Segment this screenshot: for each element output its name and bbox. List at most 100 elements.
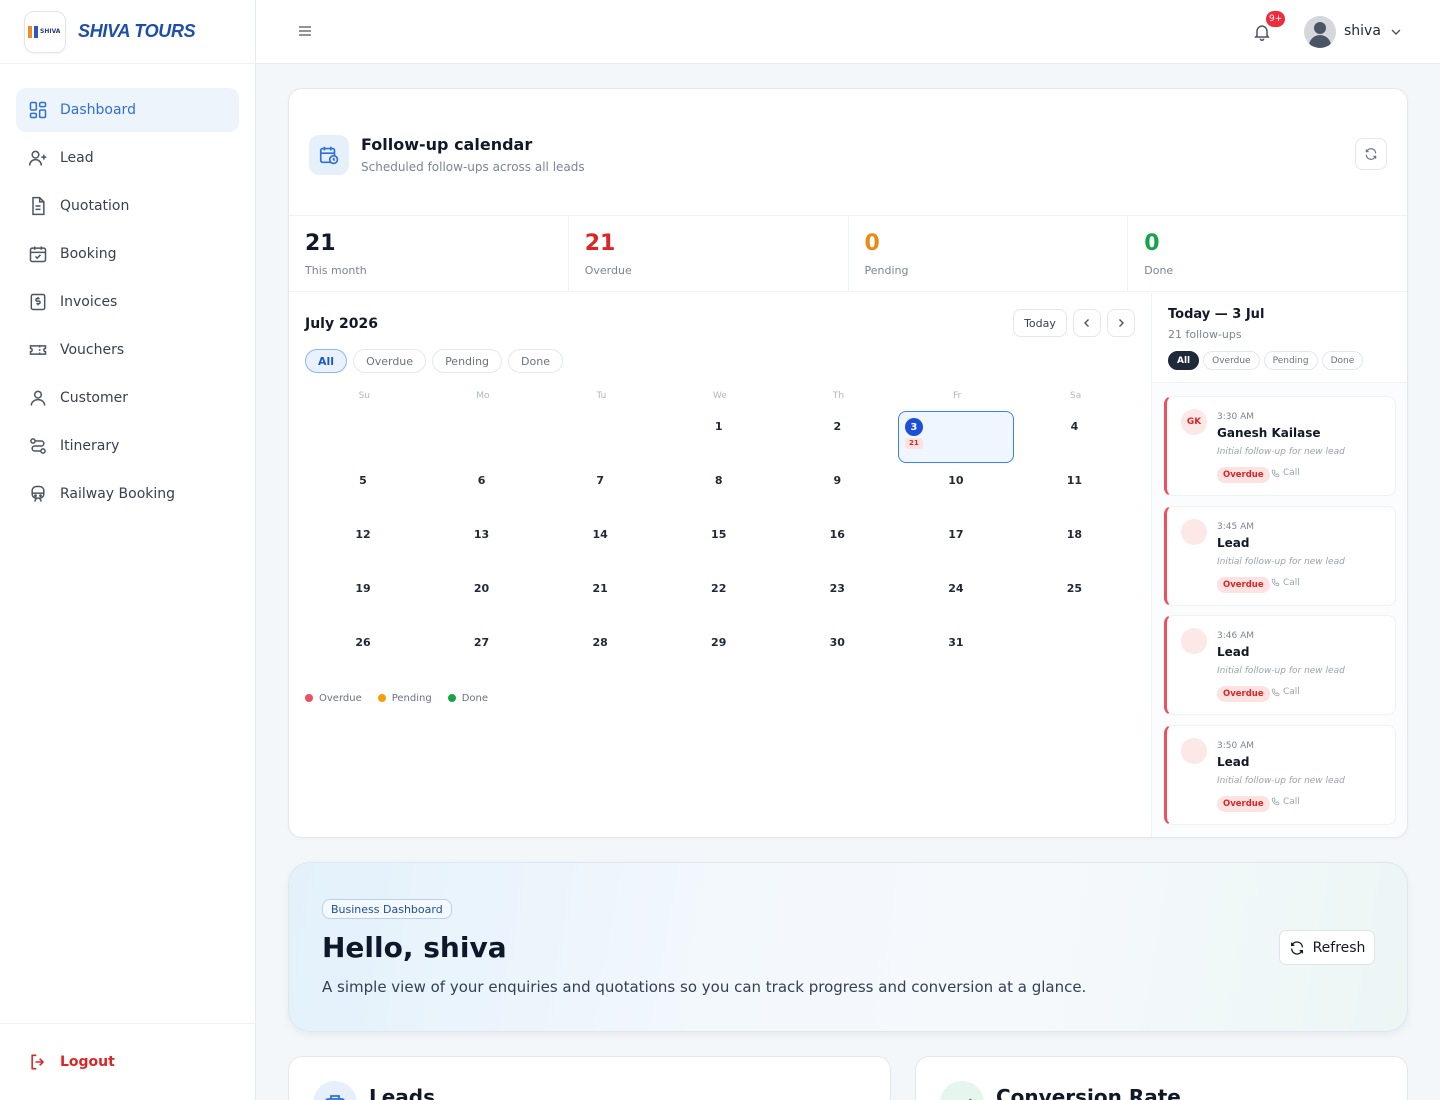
calendar-day[interactable]: 29 — [661, 627, 777, 679]
phone-icon — [1271, 469, 1280, 477]
today-filter-pending[interactable]: Pending — [1263, 351, 1318, 370]
sidebar-item-railway-booking[interactable]: Railway Booking — [16, 472, 239, 516]
dashboard-icon — [29, 101, 47, 119]
avatar — [1181, 737, 1207, 764]
brand[interactable]: SHIVA SHIVA TOURS — [0, 0, 255, 64]
followup-time: 3:50 AM — [1217, 740, 1254, 751]
calendar-day[interactable]: 14 — [542, 519, 658, 571]
stat-label: This month — [305, 264, 367, 277]
filter-overdue[interactable]: Overdue — [353, 349, 427, 373]
calendar-subtitle: Scheduled follow-ups across all leads — [361, 160, 585, 174]
today-panel: Today — 3 Jul 21 follow-ups All Overdue … — [1151, 293, 1407, 837]
calendar-day[interactable]: 4 — [1016, 411, 1132, 463]
calendar-day[interactable]: 5 — [305, 465, 421, 517]
calendar-refresh-button[interactable] — [1355, 138, 1387, 170]
sidebar-item-lead[interactable]: Lead — [16, 136, 239, 180]
calendar-day[interactable]: 30 — [779, 627, 895, 679]
status-badge: Overdue — [1217, 576, 1270, 593]
user-icon — [30, 390, 46, 406]
calendar-day[interactable]: 24 — [898, 573, 1014, 625]
calendar-day[interactable]: 22 — [661, 573, 777, 625]
day-followup-count: 21 — [904, 438, 923, 449]
calendar-day[interactable]: 12 — [305, 519, 421, 571]
calendar-day[interactable]: 18 — [1016, 519, 1132, 571]
sidebar-nav: Dashboard Lead Quotation Booking Invoice… — [0, 64, 255, 516]
calendar-day[interactable]: 11 — [1016, 465, 1132, 517]
legend-item-pending: Pending — [377, 693, 432, 704]
calendar-day-selected[interactable]: 3 21 — [897, 411, 1014, 463]
today-panel-filters: All Overdue Pending Done — [1168, 351, 1364, 370]
followup-item[interactable]: 3:46 AM Lead Initial follow-up for new l… — [1164, 615, 1396, 715]
card-title: Conversion Rate — [996, 1085, 1181, 1100]
legend-label: Pending — [391, 693, 432, 704]
refresh-icon — [1290, 940, 1303, 955]
calendar-day[interactable]: 17 — [898, 519, 1014, 571]
calendar-day[interactable]: 13 — [424, 519, 540, 571]
calendar-day[interactable]: 19 — [305, 573, 421, 625]
today-filter-all[interactable]: All — [1168, 351, 1200, 370]
month-label: July 2026 — [305, 316, 378, 332]
followup-name: Lead — [1217, 535, 1250, 550]
sidebar-item-label: Vouchers — [60, 342, 125, 358]
followup-item[interactable]: 3:45 AM Lead Initial follow-up for new l… — [1164, 505, 1396, 606]
followup-type: Call — [1271, 578, 1300, 588]
phone-icon — [1271, 797, 1280, 806]
sidebar-item-quotation[interactable]: Quotation — [16, 184, 239, 228]
calendar-day[interactable]: 31 — [898, 627, 1014, 679]
chevron-down-icon[interactable] — [1390, 26, 1402, 38]
calendar-day[interactable]: 10 — [898, 465, 1014, 517]
weekday-label: We — [713, 391, 727, 401]
followup-list: GK 3:30 AM Ganesh Kailase Initial follow… — [1164, 396, 1396, 834]
calendar-day[interactable]: 15 — [661, 519, 777, 571]
stat-label: Done — [1144, 264, 1174, 277]
weekday-label: Th — [832, 391, 845, 401]
followup-time: 3:46 AM — [1217, 631, 1254, 641]
next-month-button[interactable] — [1107, 309, 1135, 337]
filter-pending[interactable]: Pending — [432, 349, 503, 373]
calendar-day[interactable]: 26 — [305, 627, 421, 679]
calendar-day[interactable]: 25 — [1016, 573, 1132, 625]
logout-button[interactable]: Logout — [0, 1023, 255, 1100]
brand-name: SHIVA TOURS — [78, 21, 196, 41]
chevron-right-icon — [1119, 319, 1124, 327]
calendar-day[interactable]: 20 — [424, 573, 540, 625]
calendar-day[interactable]: 21 — [542, 573, 658, 625]
weekday-label: Su — [358, 391, 370, 401]
logout-icon — [31, 1054, 45, 1070]
filter-all[interactable]: All — [305, 349, 348, 373]
calendar-day[interactable]: 9 — [779, 465, 895, 517]
calendar-day[interactable]: 27 — [424, 627, 540, 679]
calendar-day[interactable]: 2 — [779, 411, 895, 463]
today-button[interactable]: Today — [1013, 309, 1067, 337]
legend-label: Done — [461, 693, 489, 704]
filter-done[interactable]: Done — [508, 349, 563, 373]
calendar-stats: 21 This month 21 Overdue 0 Pending 0 Don… — [289, 216, 1407, 292]
calendar-day[interactable]: 8 — [661, 465, 777, 517]
menu-icon[interactable] — [298, 24, 312, 38]
today-filter-done[interactable]: Done — [1321, 351, 1364, 370]
sidebar-item-itinerary[interactable]: Itinerary — [16, 424, 239, 468]
calendar-day[interactable]: 28 — [542, 627, 658, 679]
sidebar-item-booking[interactable]: Booking — [16, 232, 239, 276]
avatar[interactable] — [1304, 16, 1336, 48]
sidebar-item-customer[interactable]: Customer — [16, 376, 239, 420]
invoice-dollar-icon — [30, 293, 46, 311]
legend-label: Overdue — [319, 693, 362, 704]
followup-item[interactable]: GK 3:30 AM Ganesh Kailase Initial follow… — [1164, 396, 1396, 496]
calendar-day[interactable]: 6 — [424, 465, 540, 517]
refresh-button[interactable]: Refresh — [1279, 930, 1375, 965]
username[interactable]: shiva — [1344, 23, 1381, 39]
prev-month-button[interactable] — [1073, 309, 1101, 337]
sidebar-item-invoices[interactable]: Invoices — [16, 280, 239, 324]
calendar-day[interactable]: 1 — [661, 411, 777, 463]
sidebar-item-vouchers[interactable]: Vouchers — [16, 328, 239, 372]
today-filter-overdue[interactable]: Overdue — [1203, 351, 1260, 370]
followup-item[interactable]: 3:50 AM Lead Initial follow-up for new l… — [1164, 724, 1396, 825]
sidebar-item-label: Itinerary — [60, 438, 120, 454]
phone-icon — [1271, 688, 1280, 696]
notification-badge: 9+ — [1266, 11, 1286, 27]
calendar-day[interactable]: 23 — [779, 573, 895, 625]
sidebar-item-dashboard[interactable]: Dashboard — [16, 88, 239, 132]
calendar-day[interactable]: 16 — [779, 519, 895, 571]
calendar-day[interactable]: 7 — [542, 465, 658, 517]
